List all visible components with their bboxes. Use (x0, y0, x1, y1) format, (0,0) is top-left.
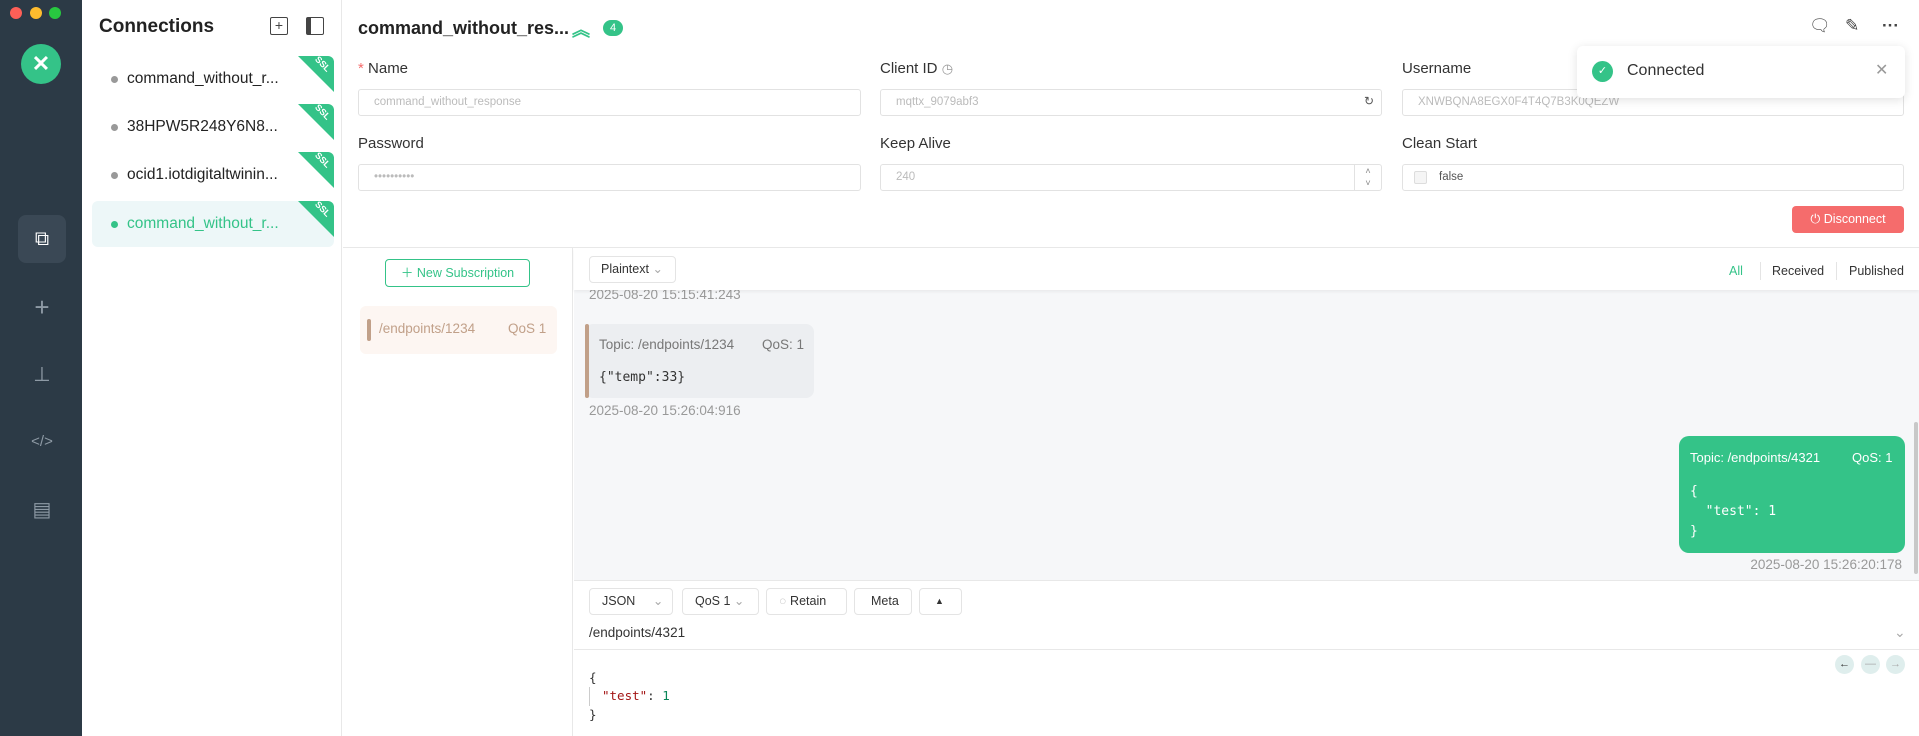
filter-published[interactable]: Published (1849, 264, 1904, 278)
meta-button[interactable]: Meta (854, 588, 912, 615)
sent-message: Topic: /endpoints/4321 QoS: 1 { "test": … (1679, 436, 1905, 553)
connections-title: Connections (99, 16, 215, 37)
connections-icon[interactable]: ⧉ (18, 215, 66, 263)
check-circle-icon: ✓ (1592, 61, 1613, 82)
topology-icon[interactable]: ⊥ (18, 351, 66, 399)
status-dot (111, 76, 118, 83)
payload-format-dropdown[interactable]: Plaintext ⌄ (589, 256, 676, 283)
ssl-badge: SSL (298, 56, 334, 92)
subscription-color-bar (367, 319, 371, 341)
client-id-label: Client ID ◷ (880, 60, 954, 77)
publish-topic-input[interactable]: /endpoints/4321 (589, 625, 685, 640)
publish-format-dropdown[interactable]: JSON ⌄ (589, 588, 673, 615)
reset-icon[interactable]: — (1861, 655, 1880, 674)
publish-qos-dropdown[interactable]: QoS 1 ⌄ (682, 588, 759, 615)
client-id-input[interactable]: mqttx_9079abf3 (880, 89, 1382, 116)
new-subscription-button[interactable]: ＋ New Subscription (385, 259, 530, 287)
connection-item[interactable]: ocid1.iotdigitaltwinin... SSL (92, 152, 334, 198)
clean-start-field: false (1402, 164, 1904, 191)
refresh-icon[interactable]: ↻ (1364, 94, 1374, 108)
message-timestamp: 2025-08-20 15:26:04:916 (589, 403, 741, 418)
password-input[interactable]: •••••••••• (358, 164, 861, 191)
subscription-item[interactable]: /endpoints/1234 QoS 1 (360, 306, 557, 354)
retain-toggle[interactable]: ○ Retain (766, 588, 847, 615)
username-label: Username (1402, 60, 1472, 77)
status-dot (111, 172, 118, 179)
collapse-chevron-icon[interactable]: ︽ (572, 16, 590, 42)
maximize-window-button[interactable] (49, 7, 61, 19)
count-badge: 4 (603, 20, 623, 36)
mqttx-logo: ✕ (21, 44, 61, 84)
received-message: Topic: /endpoints/1234 QoS: 1 {"temp":33… (585, 324, 814, 398)
status-dot (111, 221, 118, 228)
keep-alive-label: Keep Alive (880, 135, 951, 152)
previous-arrow-icon[interactable]: ← (1835, 655, 1854, 674)
scrollbar[interactable] (1914, 422, 1918, 574)
filter-all[interactable]: All (1729, 264, 1743, 278)
more-icon[interactable]: ··· (1882, 16, 1899, 36)
edit-icon[interactable]: ✎ (1845, 16, 1859, 36)
name-input[interactable]: command_without_response (358, 89, 861, 116)
name-label: * Name (358, 60, 409, 77)
keep-alive-stepper[interactable]: ˄ ˅ (1354, 165, 1381, 190)
filter-received[interactable]: Received (1772, 264, 1824, 278)
clean-start-label: Clean Start (1402, 135, 1478, 152)
ssl-badge: SSL (298, 152, 334, 188)
toggle-panel-icon[interactable] (306, 17, 324, 35)
message-timestamp: 2025-08-20 15:15:41:243 (589, 290, 741, 302)
connection-item[interactable]: command_without_r... SSL (92, 56, 334, 102)
power-icon: ⏻ (1810, 212, 1821, 226)
radio-icon: ○ (779, 594, 787, 608)
ssl-badge: SSL (298, 104, 334, 140)
password-label: Password (358, 135, 424, 152)
chevron-down-icon: ⌄ (652, 262, 663, 276)
payload-editor[interactable]: {"test": 1} (589, 650, 670, 724)
close-icon[interactable]: ✕ (1875, 60, 1888, 80)
plus-icon[interactable]: + (18, 283, 66, 331)
chat-icon[interactable]: 🗨 (1809, 16, 1831, 36)
plus-icon: ＋ (400, 266, 414, 280)
expand-up-icon[interactable]: ▲ (919, 588, 962, 615)
history-icon: ◷ (941, 61, 954, 76)
new-connection-icon[interactable]: + (270, 17, 288, 35)
code-icon[interactable]: </> (18, 418, 66, 466)
disconnect-button[interactable]: ⏻ Disconnect (1792, 206, 1904, 233)
app-sidebar: ✕ ⧉ + ⊥ </> ▤ (0, 0, 82, 736)
chevron-down-icon[interactable]: ⌄ (1894, 624, 1906, 641)
connection-item-active[interactable]: command_without_r... SSL (92, 201, 334, 247)
connection-title: command_without_res... (358, 18, 570, 38)
connection-item[interactable]: 38HPW5R248Y6N8... SSL (92, 104, 334, 150)
connections-panel: Connections + command_without_r... SSL 38… (82, 0, 342, 736)
next-arrow-icon[interactable]: → (1886, 655, 1905, 674)
log-icon[interactable]: ▤ (18, 486, 66, 534)
status-dot (111, 124, 118, 131)
message-toolbar (574, 248, 1919, 290)
clean-start-checkbox[interactable] (1414, 171, 1427, 184)
message-timestamp: 2025-08-20 15:26:20:178 (1750, 557, 1902, 572)
minimize-window-button[interactable] (30, 7, 42, 19)
connected-toast: ✓ Connected ✕ (1577, 46, 1905, 98)
keep-alive-input[interactable]: 240 (880, 164, 1382, 191)
ssl-badge: SSL (298, 201, 334, 237)
close-window-button[interactable] (10, 7, 22, 19)
